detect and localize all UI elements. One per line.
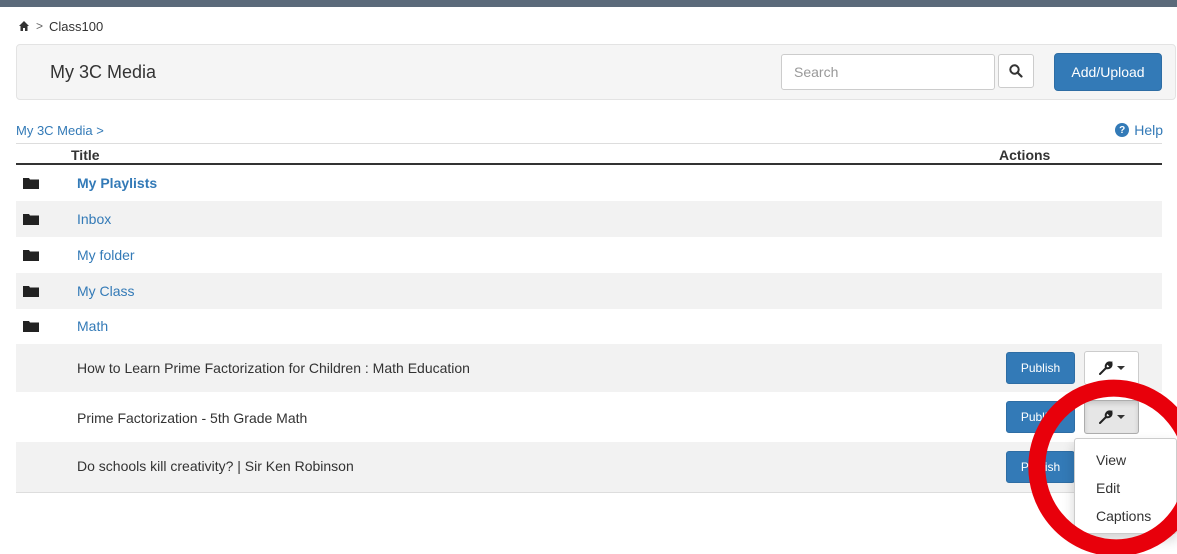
folder-icon xyxy=(23,286,39,297)
folder-path-link[interactable]: My 3C Media xyxy=(16,123,93,138)
menu-item-edit[interactable]: Edit xyxy=(1096,480,1120,496)
home-icon[interactable] xyxy=(18,20,30,32)
media-row: How to Learn Prime Factorization for Chi… xyxy=(16,344,1162,392)
folder-row[interactable]: Math xyxy=(16,309,1162,344)
publish-button[interactable]: Publish xyxy=(1006,401,1075,433)
actions-dropdown-button[interactable] xyxy=(1084,400,1139,434)
folder-link[interactable]: My folder xyxy=(77,247,135,263)
publish-button[interactable]: Publish xyxy=(1006,352,1075,384)
chevron-down-icon xyxy=(1116,415,1125,419)
folder-link[interactable]: My Class xyxy=(77,283,135,299)
folder-icon xyxy=(23,178,39,189)
top-bar xyxy=(0,0,1177,7)
breadcrumb-separator: > xyxy=(36,19,44,33)
search-icon xyxy=(1009,64,1023,78)
folder-icon xyxy=(23,214,39,225)
media-title[interactable]: How to Learn Prime Factorization for Chi… xyxy=(77,360,470,376)
column-header-title: Title xyxy=(71,147,100,163)
chevron-down-icon xyxy=(1116,366,1125,370)
folder-path: My 3C Media > xyxy=(16,123,104,138)
header-panel: My 3C Media Add/Upload xyxy=(16,44,1176,100)
publish-button[interactable]: Publish xyxy=(1006,451,1075,483)
page-title: My 3C Media xyxy=(50,62,157,82)
folder-link[interactable]: Inbox xyxy=(77,211,111,227)
folder-link[interactable]: Math xyxy=(77,318,108,334)
menu-item-captions[interactable]: Captions xyxy=(1096,508,1151,524)
actions-dropdown-button[interactable] xyxy=(1084,351,1139,385)
folder-path-separator: > xyxy=(96,123,104,138)
folder-icon xyxy=(23,250,39,261)
actions-dropdown-menu: View Edit Captions xyxy=(1074,438,1177,534)
folder-row[interactable]: My folder xyxy=(16,237,1162,273)
search-button[interactable] xyxy=(998,54,1034,88)
add-upload-button[interactable]: Add/Upload xyxy=(1054,53,1162,91)
folder-link[interactable]: My Playlists xyxy=(77,175,157,191)
media-row: Do schools kill creativity? | Sir Ken Ro… xyxy=(16,442,1162,492)
wrench-icon xyxy=(1098,410,1113,424)
media-title[interactable]: Do schools kill creativity? | Sir Ken Ro… xyxy=(77,458,354,474)
breadcrumb-current[interactable]: Class100 xyxy=(49,19,103,34)
media-title[interactable]: Prime Factorization - 5th Grade Math xyxy=(77,410,307,426)
breadcrumb: > Class100 xyxy=(18,16,103,36)
table-bottom-border xyxy=(16,492,1162,493)
help-label: Help xyxy=(1134,122,1163,138)
media-row: Prime Factorization - 5th Grade Math Pub… xyxy=(16,392,1162,442)
question-circle-icon: ? xyxy=(1115,123,1130,137)
column-header-actions: Actions xyxy=(999,147,1051,163)
folder-row[interactable]: My Playlists xyxy=(16,165,1162,201)
folder-row[interactable]: My Class xyxy=(16,273,1162,309)
folder-row[interactable]: Inbox xyxy=(16,201,1162,237)
wrench-icon xyxy=(1098,361,1113,375)
search-input[interactable] xyxy=(781,54,995,90)
help-link[interactable]: ? Help xyxy=(1115,122,1163,138)
folder-icon xyxy=(23,321,39,332)
table-header: Title Actions xyxy=(16,143,1162,165)
menu-item-view[interactable]: View xyxy=(1096,452,1126,468)
